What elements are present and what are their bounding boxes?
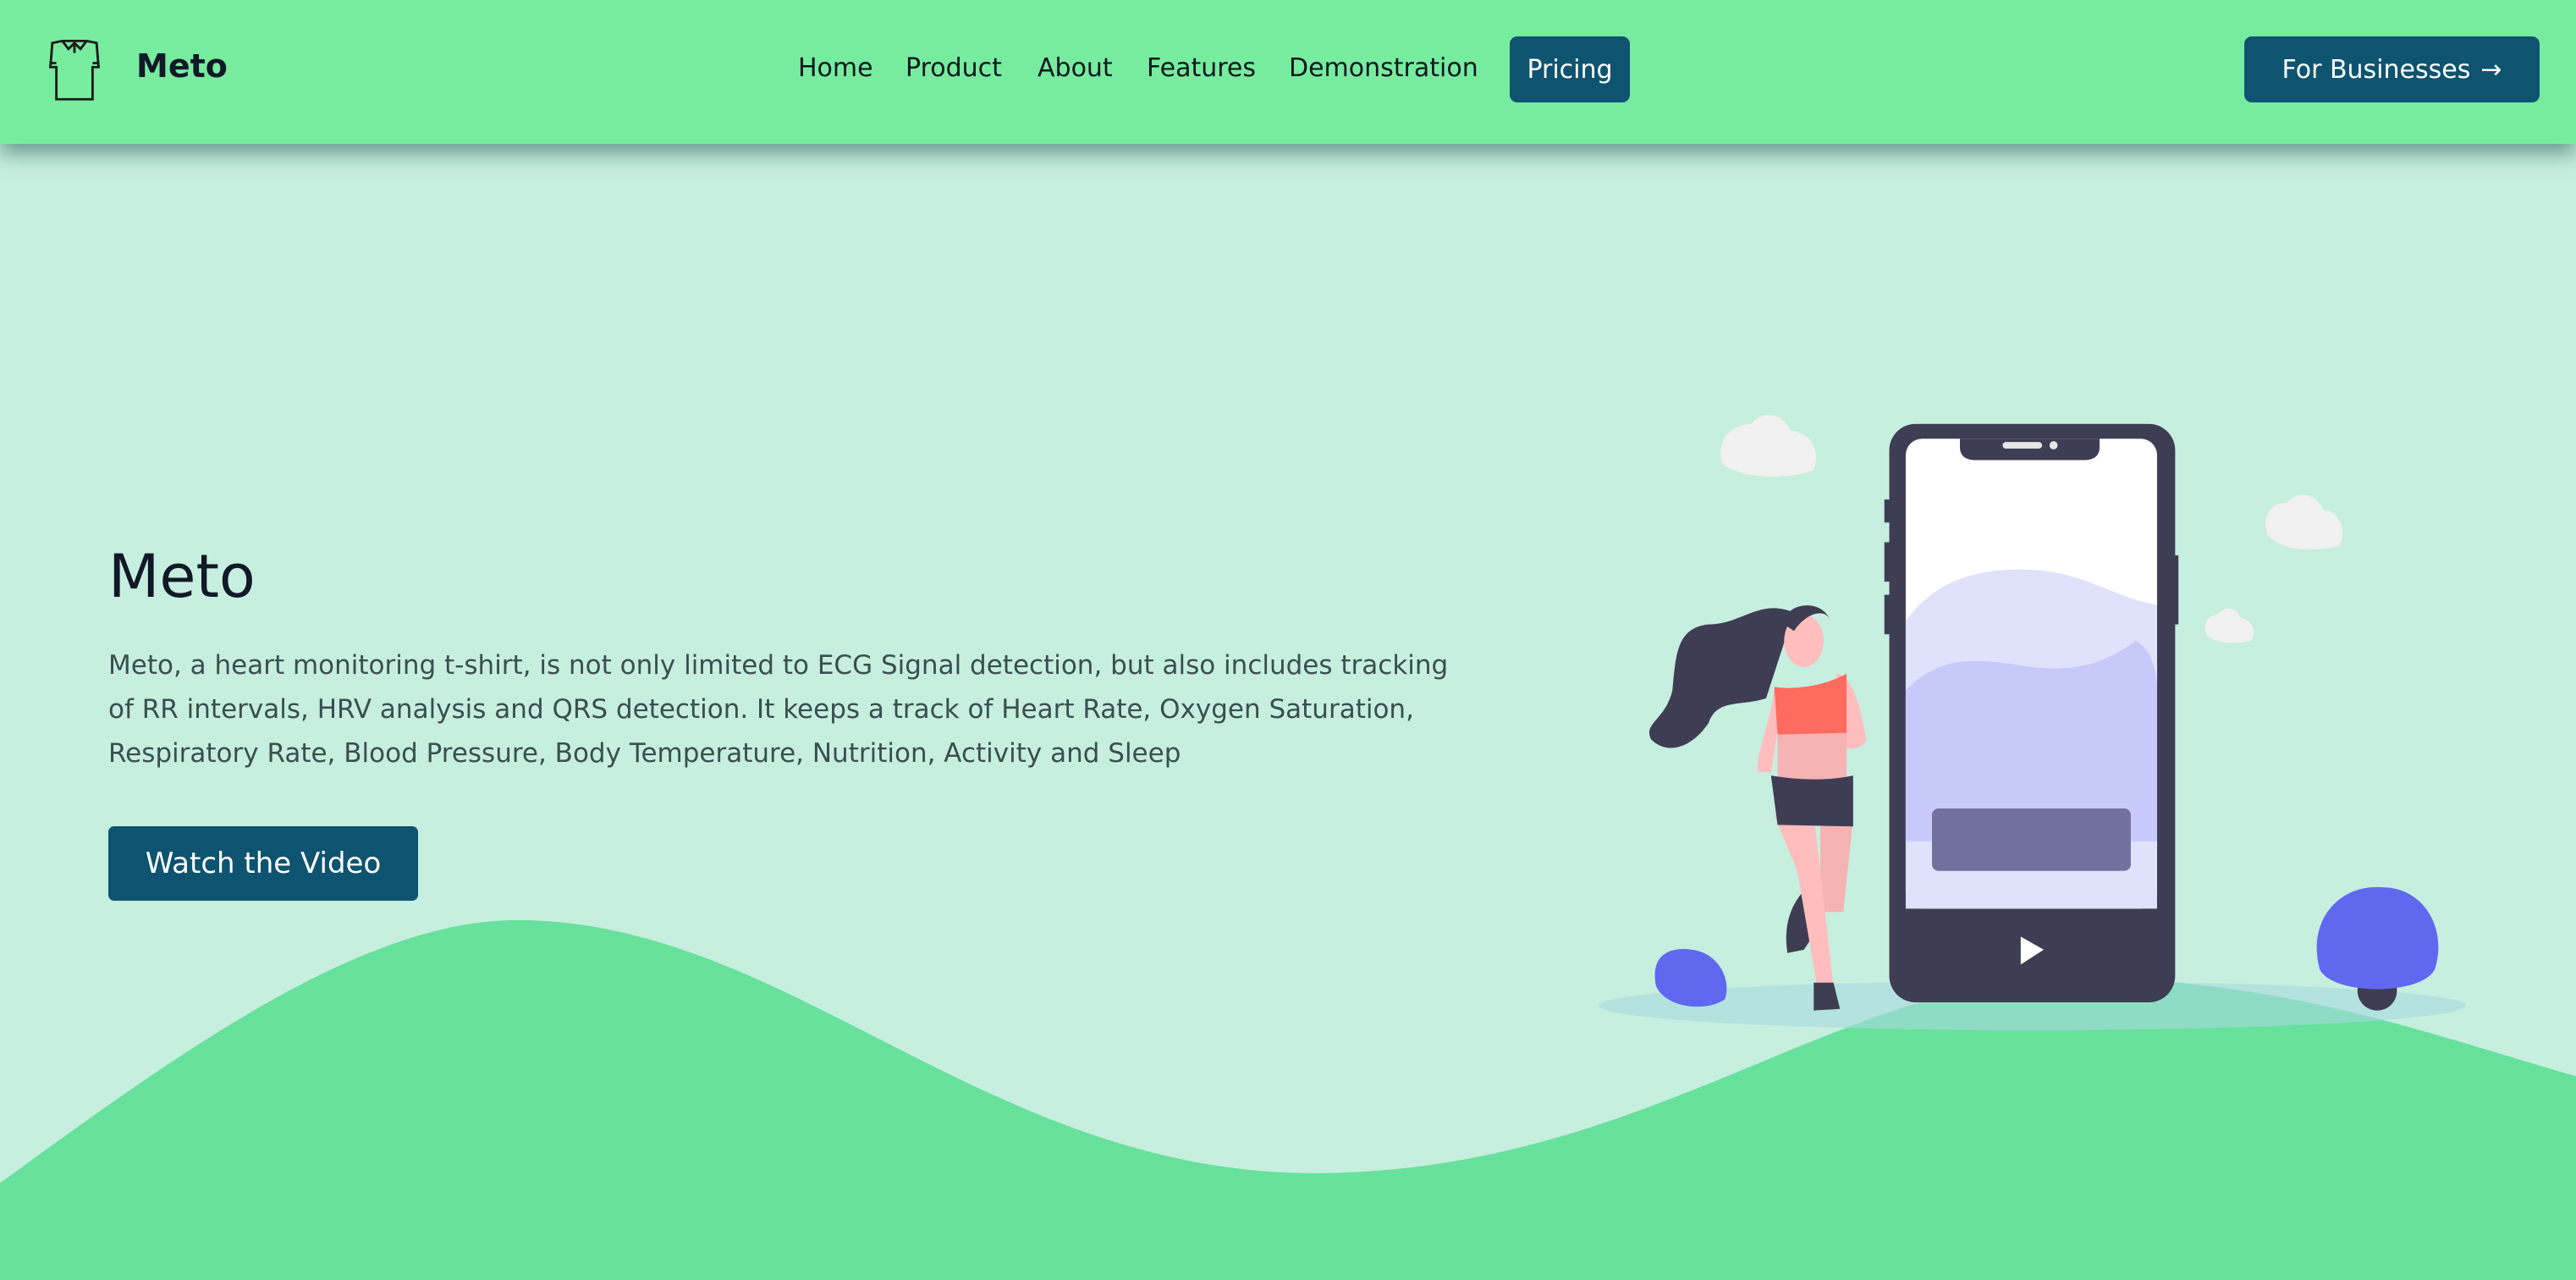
hero-description: Meto, a heart monitoring t-shirt, is not… [108,650,1449,769]
nav-link-features[interactable]: Features [1147,53,1256,83]
nav-link-about[interactable]: About [1038,53,1113,83]
for-businesses-label: For Businesses [2282,54,2471,85]
watch-video-button[interactable]: Watch the Video [108,826,418,901]
nav-link-demonstration[interactable]: Demonstration [1289,53,1478,83]
brand-name[interactable]: Meto [136,47,228,85]
hero-illustration [0,414,2576,1280]
navbar: Meto Home Product About Features Demonst… [0,0,2576,144]
nav-link-pricing[interactable]: Pricing [1510,36,1630,102]
green-hill [0,919,2576,1280]
nav-link-home[interactable]: Home [798,53,873,83]
polo-shirt-icon[interactable] [44,39,105,103]
for-businesses-button[interactable]: For Businesses → [2244,36,2540,102]
nav-link-product[interactable]: Product [905,53,1002,83]
hero-title: Meto [108,542,256,611]
phone-illustration [1884,423,2179,1002]
arrow-right-icon: → [2480,54,2502,85]
